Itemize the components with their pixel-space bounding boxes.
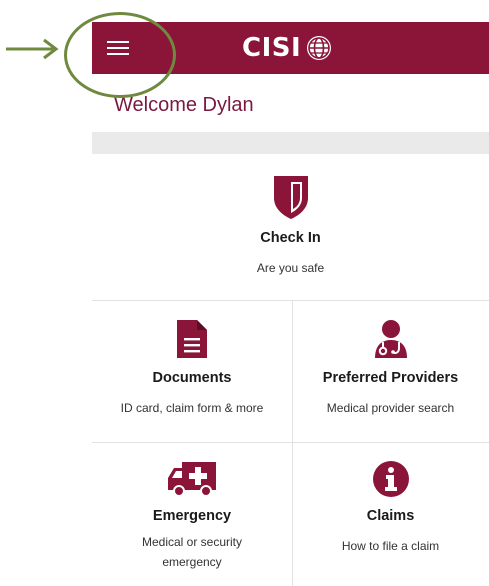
tile-subtitle: How to file a claim (341, 539, 440, 553)
app-screen: CISI Welcome Dylan Check In Are you safe… (92, 22, 489, 586)
tile-subtitle: Medical provider search (326, 401, 455, 415)
annotation-arrow-icon (6, 38, 59, 60)
hamburger-icon (107, 41, 129, 55)
tile-subtitle: Medical or security emergency (141, 535, 243, 569)
section-separator (92, 132, 489, 154)
tile-title: Preferred Providers (322, 370, 459, 386)
document-icon (177, 320, 207, 358)
doctor-icon (374, 320, 407, 358)
tile-claims[interactable]: Claims How to file a claim (292, 460, 489, 556)
logo-text: CISI (242, 33, 302, 63)
welcome-message: Welcome Dylan (114, 94, 254, 116)
tile-title: Emergency (152, 508, 232, 524)
tile-preferred-providers[interactable]: Preferred Providers Medical provider sea… (292, 318, 489, 418)
tile-subtitle: ID card, claim form & more (120, 401, 264, 415)
tile-subtitle: Are you safe (256, 261, 325, 275)
tile-emergency[interactable]: Emergency Medical or security emergency (92, 458, 292, 572)
row-divider (92, 300, 489, 301)
screenshot-stage: CISI Welcome Dylan Check In Are you safe… (0, 0, 489, 586)
menu-button[interactable] (104, 34, 132, 62)
tile-title: Documents (152, 370, 232, 386)
tile-title: Check In (260, 230, 321, 246)
tile-title: Claims (366, 508, 415, 524)
tile-documents[interactable]: Documents ID card, claim form & more (92, 318, 292, 418)
app-header: CISI (92, 22, 489, 74)
shield-icon (273, 176, 308, 219)
app-logo: CISI (242, 32, 333, 64)
info-icon (372, 461, 409, 497)
globe-icon (307, 36, 332, 60)
ambulance-icon (168, 462, 216, 497)
tile-check-in[interactable]: Check In Are you safe (92, 174, 489, 300)
row-divider (92, 442, 489, 443)
